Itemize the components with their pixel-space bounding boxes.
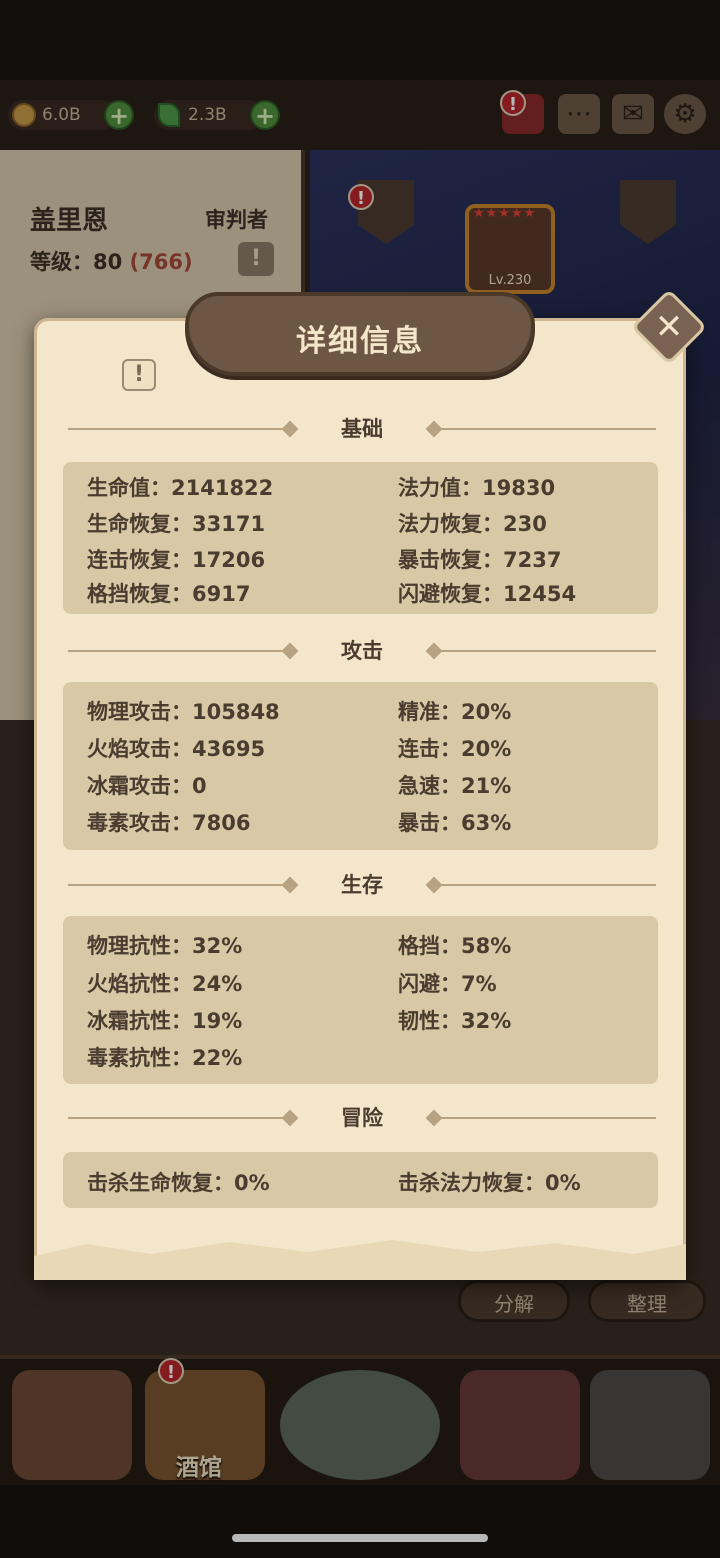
section-header-adventure: 冒险 bbox=[68, 1103, 656, 1133]
stat-dodge-regen: 闪避恢复：12454 bbox=[398, 582, 577, 606]
section-box-adventure: 击杀生命恢复：0% 击杀法力恢复：0% bbox=[63, 1152, 658, 1208]
stat-poison-resist: 毒素抗性：22% bbox=[87, 1046, 243, 1070]
stat-physical-resist: 物理抗性：32% bbox=[87, 934, 243, 958]
stat-frost-attack: 冰霜攻击：0 bbox=[87, 774, 207, 798]
stat-frost-resist: 冰霜抗性：19% bbox=[87, 1009, 243, 1033]
modal-info-button[interactable]: ! bbox=[122, 359, 156, 391]
section-header-attack: 攻击 bbox=[68, 636, 656, 666]
stat-accuracy: 精准：20% bbox=[398, 700, 512, 724]
section-header-basic: 基础 bbox=[68, 414, 656, 444]
stat-fire-resist: 火焰抗性：24% bbox=[87, 972, 243, 996]
stat-dodge: 闪避：7% bbox=[398, 972, 497, 996]
stat-crit: 暴击：63% bbox=[398, 811, 512, 835]
stat-combo-regen: 连击恢复：17206 bbox=[87, 548, 266, 572]
section-box-basic: 生命值：2141822 法力值：19830 生命恢复：33171 法力恢复：23… bbox=[63, 462, 658, 614]
stat-mp: 法力值：19830 bbox=[398, 476, 556, 500]
stat-combo: 连击：20% bbox=[398, 737, 512, 761]
stat-block-regen: 格挡恢复：6917 bbox=[87, 582, 251, 606]
stat-mp-regen: 法力恢复：230 bbox=[398, 512, 547, 536]
stat-kill-mp-regen: 击杀法力恢复：0% bbox=[398, 1171, 581, 1195]
stat-fire-attack: 火焰攻击：43695 bbox=[87, 737, 266, 761]
game-screen: 6.0B + 2.3B + ! ⋯ ✉ ⚙ 盖里恩 审判者 等级：80 (766… bbox=[0, 0, 720, 1558]
section-header-survival: 生存 bbox=[68, 870, 656, 900]
modal-title: 详细信息 bbox=[296, 324, 424, 359]
stat-block: 格挡：58% bbox=[398, 934, 512, 958]
stat-haste: 急速：21% bbox=[398, 774, 512, 798]
stat-crit-regen: 暴击恢复：7237 bbox=[398, 548, 562, 572]
section-box-survival: 物理抗性：32% 格挡：58% 火焰抗性：24% 闪避：7% 冰霜抗性：19% … bbox=[63, 916, 658, 1084]
stat-hp-regen: 生命恢复：33171 bbox=[87, 512, 266, 536]
close-icon[interactable]: ✕ bbox=[642, 304, 696, 350]
section-box-attack: 物理攻击：105848 精准：20% 火焰攻击：43695 连击：20% 冰霜攻… bbox=[63, 682, 658, 850]
stat-kill-hp-regen: 击杀生命恢复：0% bbox=[87, 1171, 270, 1195]
stat-poison-attack: 毒素攻击：7806 bbox=[87, 811, 251, 835]
stat-hp: 生命值：2141822 bbox=[87, 476, 274, 500]
stat-physical-attack: 物理攻击：105848 bbox=[87, 700, 280, 724]
stat-toughness: 韧性：32% bbox=[398, 1009, 512, 1033]
